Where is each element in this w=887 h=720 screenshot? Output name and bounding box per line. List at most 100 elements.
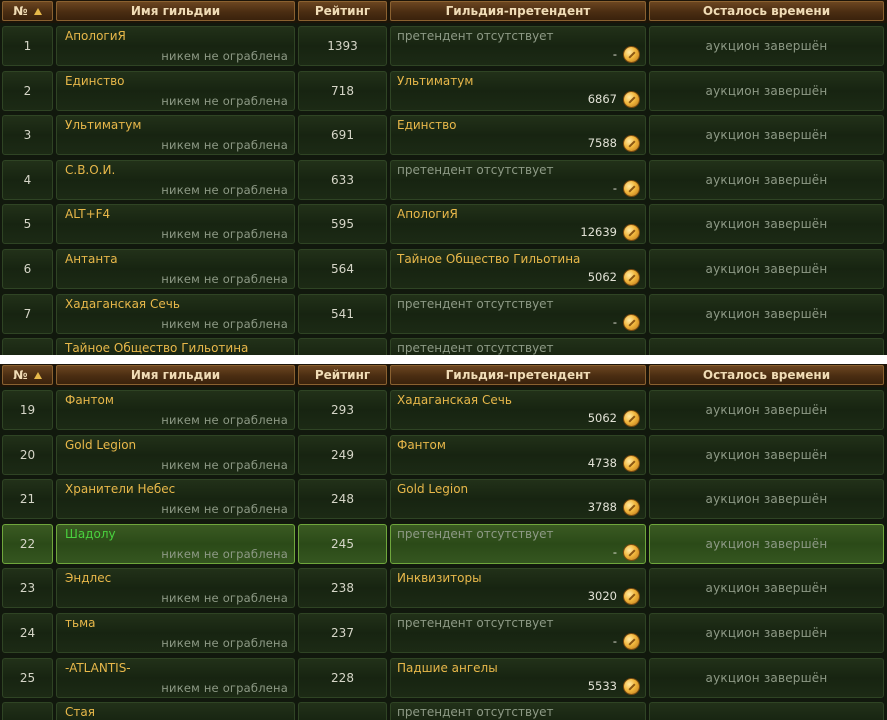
guild-name-cell[interactable]: Ультиматум никем не ограблена — [56, 115, 295, 156]
table-row[interactable]: 2 Единство никем не ограблена 718 Ультиматум… — [0, 69, 887, 114]
header-guild-name-column[interactable]: Имя гильдии — [56, 365, 295, 385]
header-challenger-column[interactable]: Гильдия-претендент — [390, 1, 646, 21]
table-row[interactable]: 22 Шадолу никем не ограблена 245 претендент … — [0, 522, 887, 567]
challenger-cell[interactable]: АпологиЯ 12639 — [390, 204, 646, 245]
header-rank-column[interactable]: № — [2, 365, 53, 385]
table-row[interactable]: 24 тьма никем не ограблена 237 претендент от… — [0, 611, 887, 656]
header-guild-name-column[interactable]: Имя гильдии — [56, 1, 295, 21]
gold-coin-icon — [623, 46, 640, 63]
guild-name[interactable]: Ультиматум — [65, 118, 141, 132]
guild-name-cell[interactable]: Единство никем не ограблена — [56, 70, 295, 111]
guild-name-cell[interactable]: Антанта никем не ограблена — [56, 249, 295, 289]
guild-name[interactable]: Стая — [65, 705, 95, 719]
guild-name-cell[interactable]: тьма никем не ограблена — [56, 613, 295, 653]
guild-robbery-status: никем не ограблена — [161, 272, 288, 286]
challenger-name: претендент отсутствует — [397, 526, 554, 541]
header-rating-column[interactable]: Рейтинг — [298, 365, 387, 385]
challenger-cell[interactable]: претендент отсутствует - — [390, 26, 646, 66]
challenger-name[interactable]: Ультиматум — [397, 74, 473, 88]
challenger-cell[interactable]: Падшие ангелы 5533 — [390, 657, 646, 698]
rank-cell: 4 — [2, 159, 53, 200]
guild-name-cell[interactable]: ALT+F4 никем не ограблена — [56, 204, 295, 245]
bid-amount: - — [612, 634, 617, 648]
rank-cell: 1 — [2, 26, 53, 66]
challenger-name: претендент отсутствует — [397, 29, 554, 43]
challenger-cell[interactable]: претендент отсутствует - — [390, 523, 646, 564]
challenger-name[interactable]: Единство — [397, 118, 457, 132]
challenger-cell[interactable]: претендент отсутствует — [390, 338, 646, 355]
challenger-cell[interactable]: Инквизиторы 3020 — [390, 568, 646, 609]
table-row-partial[interactable]: Стая претендент отсутствует — [0, 700, 887, 720]
guild-name[interactable]: Шадолу — [65, 527, 116, 541]
header-challenger-column[interactable]: Гильдия-претендент — [390, 365, 646, 385]
header-time-left-column[interactable]: Осталось времени — [649, 1, 884, 21]
guild-name-cell[interactable]: Gold Legion никем не ограблена — [56, 434, 295, 475]
table-row[interactable]: 4 С.В.О.И. никем не ограблена 633 претендент… — [0, 158, 887, 203]
guild-name-cell[interactable]: Фантом никем не ограблена — [56, 390, 295, 430]
guild-name[interactable]: С.В.О.И. — [65, 163, 115, 177]
challenger-cell[interactable]: Тайное Общество Гильотина 5062 — [390, 249, 646, 289]
challenger-cell[interactable]: претендент отсутствует - — [390, 293, 646, 334]
guild-name[interactable]: ALT+F4 — [65, 207, 110, 221]
guild-name-cell[interactable]: С.В.О.И. никем не ограблена — [56, 159, 295, 200]
guild-name-cell[interactable]: Шадолу никем не ограблена — [56, 523, 295, 564]
challenger-name[interactable]: Фантом — [397, 438, 446, 452]
guild-name-cell[interactable]: Тайное Общество Гильотина — [56, 338, 295, 355]
challenger-cell[interactable]: Хадаганская Сечь 5062 — [390, 390, 646, 430]
challenger-cell[interactable]: претендент отсутствует - — [390, 159, 646, 200]
challenger-name[interactable]: АпологиЯ — [397, 207, 458, 221]
rating-value: 293 — [331, 403, 354, 417]
guild-name[interactable]: Антанта — [65, 252, 118, 266]
guild-name[interactable]: Эндлес — [65, 571, 111, 585]
challenger-name[interactable]: Gold Legion — [397, 482, 468, 496]
guild-name[interactable]: Gold Legion — [65, 438, 136, 452]
header-time-left-column[interactable]: Осталось времени — [649, 365, 884, 385]
guild-name[interactable]: Хадаганская Сечь — [65, 297, 180, 311]
guild-name[interactable]: Фантом — [65, 393, 114, 407]
header-rating-column[interactable]: Рейтинг — [298, 1, 387, 21]
time-left-value: аукцион завершён — [705, 403, 828, 417]
time-left-value: аукцион завершён — [705, 217, 828, 232]
table-row[interactable]: 7 Хадаганская Сечь никем не ограблена 541 пр… — [0, 292, 887, 337]
table-row[interactable]: 6 Антанта никем не ограблена 564 Тайное Обще… — [0, 247, 887, 292]
table-row-partial[interactable]: Тайное Общество Гильотина претендент отсу… — [0, 336, 887, 355]
table-row[interactable]: 5 ALT+F4 никем не ограблена 595 АпологиЯ 1263… — [0, 202, 887, 247]
challenger-cell[interactable]: Gold Legion 3788 — [390, 479, 646, 520]
guild-name-cell[interactable]: Стая — [56, 702, 295, 720]
table-row[interactable]: 21 Хранители Небес никем не ограблена 248 Go… — [0, 477, 887, 522]
guild-name[interactable]: Хранители Небес — [65, 482, 175, 496]
table-row[interactable]: 1 АпологиЯ никем не ограблена 1393 претенден… — [0, 24, 887, 69]
header-rank-column[interactable]: № — [2, 1, 53, 21]
guild-name-cell[interactable]: Хадаганская Сечь никем не ограблена — [56, 293, 295, 334]
challenger-cell[interactable]: Единство 7588 — [390, 115, 646, 156]
challenger-cell[interactable]: претендент отсутствует - — [390, 613, 646, 653]
challenger-name[interactable]: Падшие ангелы — [397, 661, 498, 675]
guild-name[interactable]: Тайное Общество Гильотина — [65, 341, 248, 355]
table-row[interactable]: 3 Ультиматум никем не ограблена 691 Единство… — [0, 113, 887, 158]
challenger-name[interactable]: Хадаганская Сечь — [397, 393, 512, 407]
challenger-cell[interactable]: Ультиматум 6867 — [390, 70, 646, 111]
rank-cell: 20 — [2, 434, 53, 475]
header-rank-label: № — [13, 368, 28, 382]
guild-name-cell[interactable]: АпологиЯ никем не ограблена — [56, 26, 295, 66]
rank-cell: 2 — [2, 70, 53, 111]
challenger-name[interactable]: Инквизиторы — [397, 571, 482, 585]
table-row[interactable]: 20 Gold Legion никем не ограблена 249 Фантом… — [0, 433, 887, 478]
guild-name[interactable]: -ATLANTIS- — [65, 661, 131, 675]
table-row[interactable]: 25 -ATLANTIS-никем не ограблена 228 Падшие … — [0, 656, 887, 701]
guild-name[interactable]: АпологиЯ — [65, 29, 126, 43]
guild-name[interactable]: Единство — [65, 74, 125, 88]
rating-value: 248 — [331, 492, 354, 507]
challenger-name[interactable]: Тайное Общество Гильотина — [397, 252, 580, 266]
guild-table-top: № Имя гильдии Рейтинг Гильдия-претендент… — [0, 0, 887, 355]
header-rating-label: Рейтинг — [314, 4, 371, 18]
challenger-cell[interactable]: претендент отсутствует — [390, 702, 646, 720]
challenger-cell[interactable]: Фантом 4738 — [390, 434, 646, 475]
table-row[interactable]: 19 Фантом никем не ограблена 293 Хадаганская… — [0, 388, 887, 433]
guild-name-cell[interactable]: Хранители Небес никем не ограблена — [56, 479, 295, 520]
guild-name-cell[interactable]: -ATLANTIS-никем не ограблена — [56, 657, 295, 698]
rating-cell: 238 — [298, 568, 387, 609]
guild-name-cell[interactable]: Эндлес никем не ограблена — [56, 568, 295, 609]
table-row[interactable]: 23 Эндлес никем не ограблена 238 Инквизиторы… — [0, 566, 887, 611]
guild-name[interactable]: тьма — [65, 616, 95, 630]
